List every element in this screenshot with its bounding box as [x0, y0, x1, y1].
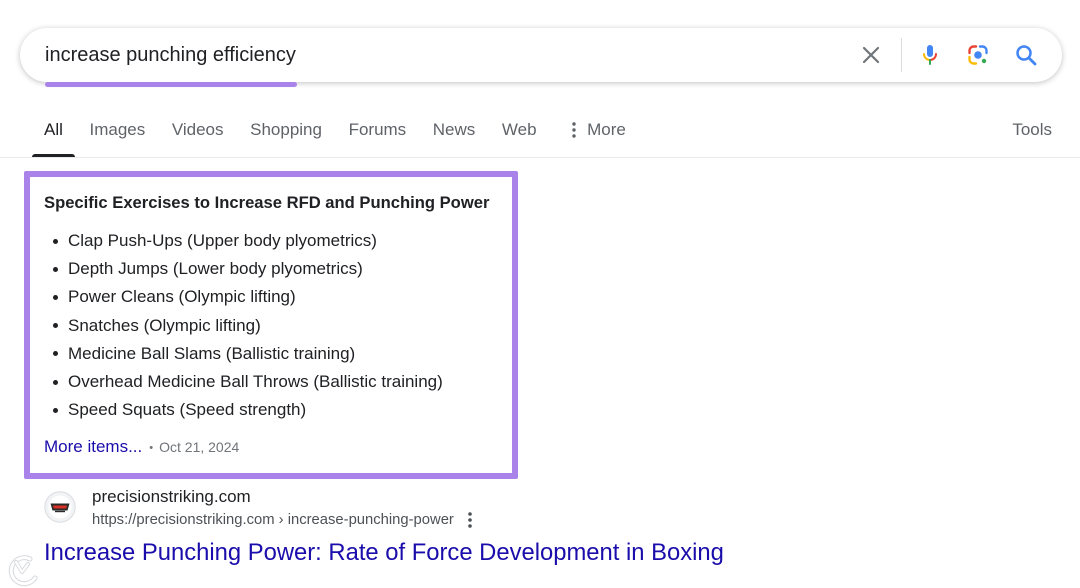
- search-input[interactable]: increase punching efficiency: [45, 28, 296, 82]
- snippet-footer: More items... • Oct 21, 2024: [44, 436, 239, 459]
- tab-images[interactable]: Images: [90, 106, 146, 157]
- list-item: Medicine Ball Slams (Ballistic training): [30, 340, 443, 368]
- list-item: Speed Squats (Speed strength): [30, 396, 443, 424]
- tab-more[interactable]: More: [563, 106, 626, 157]
- result-site-name[interactable]: precisionstriking.com: [92, 487, 251, 507]
- more-items-link[interactable]: More items...: [44, 437, 142, 456]
- close-icon[interactable]: [859, 43, 883, 67]
- tab-all[interactable]: All: [32, 106, 75, 157]
- separator-dot: •: [149, 442, 154, 454]
- tab-news[interactable]: News: [433, 106, 476, 157]
- list-item: Clap Push-Ups (Upper body plyometrics): [30, 227, 443, 255]
- snippet-heading: Specific Exercises to Increase RFD and P…: [44, 193, 490, 212]
- more-vert-icon[interactable]: [466, 510, 474, 530]
- tab-more-label: More: [587, 120, 626, 139]
- snippet-date: Oct 21, 2024: [159, 439, 240, 455]
- tab-forums[interactable]: Forums: [349, 106, 407, 157]
- tab-list: All Images Videos Shopping Forums News W…: [32, 106, 626, 157]
- tools-button[interactable]: Tools: [1012, 106, 1052, 154]
- list-item: Overhead Medicine Ball Throws (Ballistic…: [30, 368, 443, 396]
- google-lens-icon[interactable]: [966, 43, 990, 67]
- tab-web[interactable]: Web: [502, 106, 537, 157]
- tab-videos[interactable]: Videos: [172, 106, 224, 157]
- more-vert-icon: [568, 120, 580, 140]
- search-bar-divider: [901, 38, 902, 72]
- mic-icon[interactable]: [918, 43, 942, 67]
- list-item: Snatches (Olympic lifting): [30, 312, 443, 340]
- result-url[interactable]: https://precisionstriking.com › increase…: [92, 510, 454, 530]
- query-highlight-underline: [45, 82, 297, 87]
- snippet-list: Clap Push-Ups (Upper body plyometrics) D…: [30, 227, 443, 424]
- tab-shopping[interactable]: Shopping: [250, 106, 322, 157]
- site-favicon-icon[interactable]: [44, 491, 76, 523]
- search-bar[interactable]: increase punching efficiency: [20, 28, 1062, 82]
- search-tabs: All Images Videos Shopping Forums News W…: [0, 106, 1080, 158]
- result-title-link[interactable]: Increase Punching Power: Rate of Force D…: [44, 538, 724, 568]
- featured-snippet: Specific Exercises to Increase RFD and P…: [24, 171, 518, 479]
- list-item: Depth Jumps (Lower body plyometrics): [30, 255, 443, 283]
- list-item: Power Cleans (Olympic lifting): [30, 283, 443, 311]
- search-icon[interactable]: [1014, 43, 1038, 67]
